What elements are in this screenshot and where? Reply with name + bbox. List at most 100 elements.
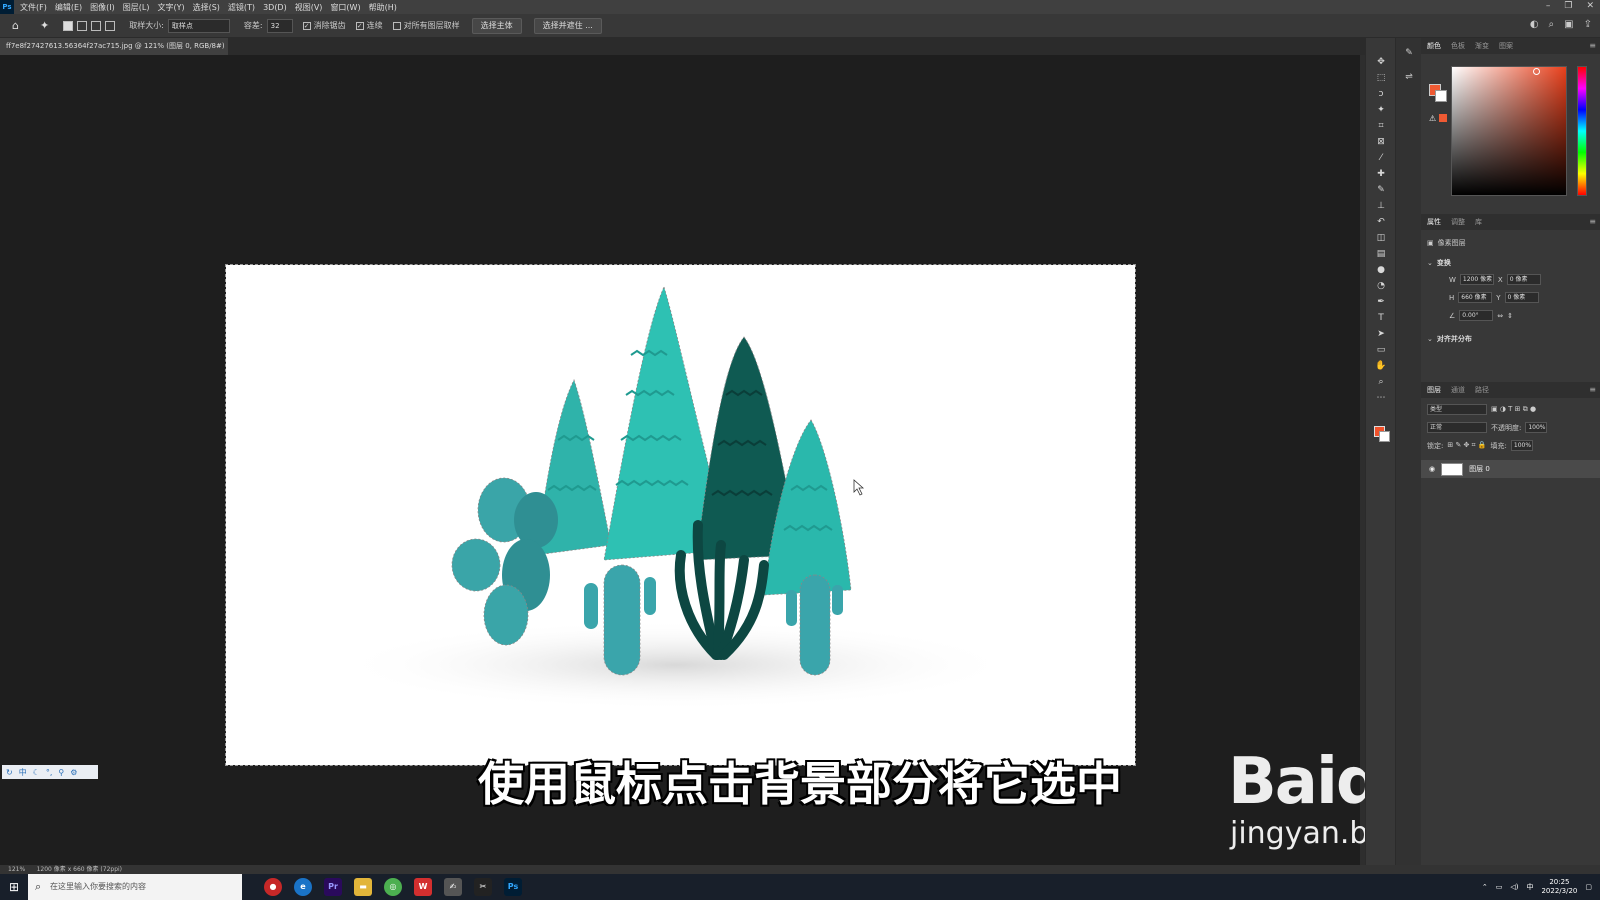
blend-mode-dropdown[interactable]: 正常 bbox=[1427, 422, 1487, 433]
type-tool-icon[interactable]: T bbox=[1366, 310, 1396, 326]
height-input[interactable]: 660 像素 bbox=[1458, 292, 1493, 303]
search-icon[interactable]: ⌕ bbox=[1549, 19, 1555, 30]
color-field[interactable] bbox=[1451, 66, 1567, 196]
premiere-app-icon[interactable]: Pr bbox=[324, 878, 342, 896]
visibility-eye-icon[interactable]: ◉ bbox=[1429, 465, 1435, 473]
flip-vertical-icon[interactable]: ⇕ bbox=[1507, 312, 1513, 320]
background-color-swatch[interactable] bbox=[1379, 431, 1390, 442]
hand-tool-icon[interactable]: ✋ bbox=[1366, 358, 1396, 374]
tab-channels[interactable]: 通道 bbox=[1451, 385, 1465, 395]
history-brush-icon[interactable]: ↶ bbox=[1366, 214, 1396, 230]
lasso-tool-icon[interactable]: ↄ bbox=[1366, 86, 1396, 102]
layer-filter-dropdown[interactable]: 类型 bbox=[1427, 404, 1487, 415]
transform-section[interactable]: ⌄ 变换 bbox=[1427, 258, 1451, 268]
document-tab[interactable]: ff7e8f27427613.56364f27ac715.jpg @ 121% … bbox=[0, 38, 228, 67]
notification-icon[interactable]: ▢ bbox=[1585, 883, 1592, 891]
menu-edit[interactable]: 编辑(E) bbox=[55, 2, 82, 13]
tray-chevron-icon[interactable]: ⌃ bbox=[1482, 883, 1488, 891]
magic-wand-tool-icon[interactable]: ✦ bbox=[1366, 102, 1396, 118]
color-picker-handle[interactable] bbox=[1533, 68, 1540, 75]
menu-image[interactable]: 图像(I) bbox=[90, 2, 115, 13]
add-selection-icon[interactable] bbox=[77, 20, 88, 31]
restore-icon[interactable]: ❐ bbox=[1564, 1, 1572, 11]
contiguous-checkbox[interactable]: ✓ 连续 bbox=[355, 20, 383, 31]
minimize-icon[interactable]: – bbox=[1546, 1, 1551, 11]
menu-select[interactable]: 选择(S) bbox=[193, 2, 220, 13]
healing-tool-icon[interactable]: ✚ bbox=[1366, 166, 1396, 182]
menu-view[interactable]: 视图(V) bbox=[295, 2, 323, 13]
pen-app-icon[interactable]: ✍ bbox=[444, 878, 462, 896]
sample-all-layers-checkbox[interactable]: 对所有图层取样 bbox=[392, 20, 460, 31]
gradient-tool-icon[interactable]: ▤ bbox=[1366, 246, 1396, 262]
fill-input[interactable]: 100% bbox=[1510, 440, 1533, 451]
tab-gradients[interactable]: 渐变 bbox=[1475, 41, 1489, 51]
angle-input[interactable]: 0.00° bbox=[1459, 310, 1494, 321]
select-and-mask-button[interactable]: 选择并遮住 ... bbox=[533, 17, 602, 34]
more-tools-icon[interactable]: ⋯ bbox=[1366, 390, 1396, 406]
gamut-warning-icon[interactable]: ⚠ bbox=[1429, 114, 1436, 123]
align-section[interactable]: ⌄ 对齐并分布 bbox=[1427, 334, 1472, 344]
canvas-workspace[interactable]: ↻ 中 ☾ °, ⚲ ⚙ bbox=[0, 55, 1360, 865]
move-tool-icon[interactable]: ✥ bbox=[1366, 54, 1396, 70]
zoom-tool-icon[interactable]: ⌕ bbox=[1366, 374, 1396, 390]
new-selection-icon[interactable] bbox=[63, 20, 74, 31]
panel-menu-icon[interactable]: ≡ bbox=[1589, 217, 1596, 226]
menu-filter[interactable]: 滤镜(T) bbox=[228, 2, 255, 13]
menu-window[interactable]: 窗口(W) bbox=[330, 2, 360, 13]
tab-patterns[interactable]: 图案 bbox=[1499, 41, 1513, 51]
dodge-tool-icon[interactable]: ◔ bbox=[1366, 278, 1396, 294]
frame-tool-icon[interactable]: ⊠ bbox=[1366, 134, 1396, 150]
file-explorer-icon[interactable]: ▬ bbox=[354, 878, 372, 896]
hue-slider[interactable] bbox=[1577, 66, 1587, 196]
status-doc-info[interactable]: 1200 像素 x 660 像素 (72ppi) bbox=[37, 866, 122, 873]
adjustments-icon[interactable]: ⇌ bbox=[1396, 68, 1422, 86]
filter-icons[interactable]: ▣ ◑ T ⊞ ⧉ ● bbox=[1491, 405, 1536, 414]
y-input[interactable]: 0 像素 bbox=[1504, 292, 1539, 303]
magic-wand-icon[interactable]: ✦ bbox=[40, 19, 49, 32]
share-icon[interactable]: ⇪ bbox=[1584, 19, 1592, 30]
eyedropper-tool-icon[interactable]: ⁄ bbox=[1366, 150, 1396, 166]
crop-tool-icon[interactable]: ⌗ bbox=[1366, 118, 1396, 134]
tray-clock[interactable]: 20:25 2022/3/20 bbox=[1541, 878, 1577, 896]
tab-swatches[interactable]: 色板 bbox=[1451, 41, 1465, 51]
panel-menu-icon[interactable]: ≡ bbox=[1589, 385, 1596, 394]
x-input[interactable]: 0 像素 bbox=[1506, 274, 1541, 285]
image-canvas[interactable] bbox=[225, 264, 1136, 766]
menu-type[interactable]: 文字(Y) bbox=[157, 2, 184, 13]
marquee-tool-icon[interactable]: ⬚ bbox=[1366, 70, 1396, 86]
tab-paths[interactable]: 路径 bbox=[1475, 385, 1489, 395]
opacity-input[interactable]: 100% bbox=[1525, 422, 1548, 433]
capcut-app-icon[interactable]: ✂ bbox=[474, 878, 492, 896]
menu-file[interactable]: 文件(F) bbox=[20, 2, 47, 13]
select-subject-button[interactable]: 选择主体 bbox=[471, 17, 522, 34]
tab-adjustments[interactable]: 调整 bbox=[1451, 217, 1465, 227]
home-icon[interactable]: ⌂ bbox=[12, 19, 26, 32]
close-icon[interactable]: ✕ bbox=[1586, 1, 1594, 11]
stamp-tool-icon[interactable]: ⊥ bbox=[1366, 198, 1396, 214]
menu-layer[interactable]: 图层(L) bbox=[123, 2, 150, 13]
layer-row[interactable]: ◉ 图层 0 bbox=[1421, 460, 1600, 478]
chrome-browser-icon[interactable]: ◎ bbox=[384, 878, 402, 896]
pen-tool-icon[interactable]: ✒ bbox=[1366, 294, 1396, 310]
background-swatch[interactable] bbox=[1435, 90, 1447, 102]
antialias-checkbox[interactable]: ✓ 消除锯齿 bbox=[302, 20, 346, 31]
panel-menu-icon[interactable]: ≡ bbox=[1589, 41, 1596, 50]
rectangle-tool-icon[interactable]: ▭ bbox=[1366, 342, 1396, 358]
wps-app-icon[interactable]: W bbox=[414, 878, 432, 896]
gamut-swatch[interactable] bbox=[1439, 114, 1447, 122]
eraser-tool-icon[interactable]: ◫ bbox=[1366, 230, 1396, 246]
lock-icons[interactable]: ⊞ ✎ ✥ ⌗ 🔒 bbox=[1447, 441, 1486, 450]
tab-layers[interactable]: 图层 bbox=[1427, 385, 1441, 395]
width-input[interactable]: 1200 像素 bbox=[1459, 274, 1494, 285]
tray-ime[interactable]: 中 bbox=[1526, 882, 1533, 892]
brush-settings-icon[interactable]: ✎ bbox=[1396, 44, 1422, 62]
tab-color[interactable]: 颜色 bbox=[1427, 41, 1441, 51]
menu-help[interactable]: 帮助(H) bbox=[369, 2, 397, 13]
workspace-icon[interactable]: ▣ bbox=[1564, 19, 1573, 30]
tolerance-input[interactable]: 32 bbox=[266, 18, 293, 33]
taskbar-search-box[interactable]: 在这里输入你要搜索的内容 bbox=[28, 874, 242, 900]
path-select-icon[interactable]: ➤ bbox=[1366, 326, 1396, 342]
tab-libraries[interactable]: 库 bbox=[1475, 217, 1482, 227]
status-zoom[interactable]: 121% bbox=[8, 866, 25, 873]
flip-horizontal-icon[interactable]: ⇔ bbox=[1497, 312, 1503, 320]
